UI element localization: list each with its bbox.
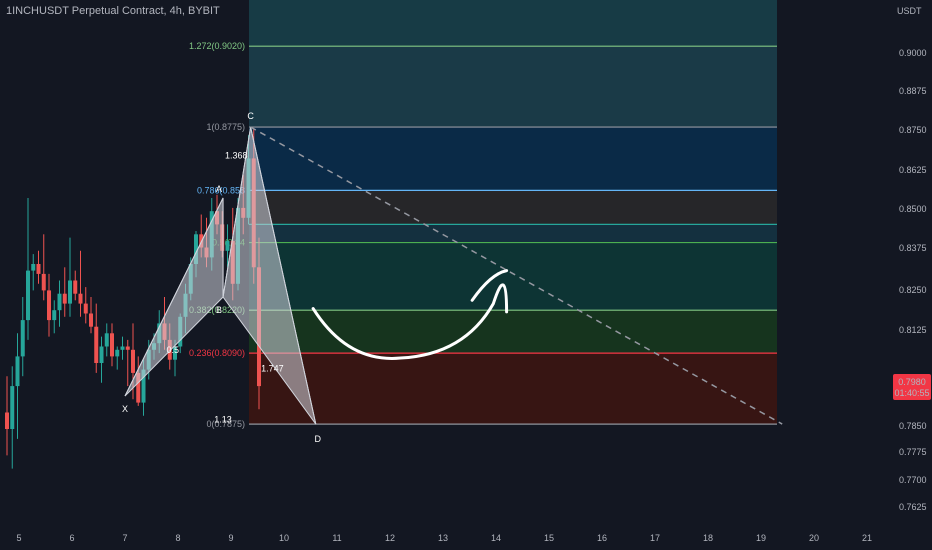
candle-body xyxy=(99,346,104,363)
price-tick: 0.7850 xyxy=(899,421,927,431)
pattern-ratio-label: 0.5 xyxy=(166,345,179,355)
fib-level-label: 0.236(0.8090) xyxy=(189,348,245,358)
time-tick: 7 xyxy=(122,533,127,543)
candle-body xyxy=(78,293,83,304)
candle-body xyxy=(131,349,135,373)
pattern-ratio-label: 1.747 xyxy=(261,363,284,373)
price-tick: 0.8625 xyxy=(899,165,927,175)
time-tick: 18 xyxy=(703,533,713,543)
chart: 1INCHUSDT Perpetual Contract, 4h, BYBIT … xyxy=(0,0,932,550)
candle-body xyxy=(125,346,130,350)
chart-canvas[interactable]: 1.272(0.9020)1(0.8775)0.786(0.8580.5(0.8… xyxy=(0,0,932,550)
time-tick: 19 xyxy=(756,533,766,543)
candle-body xyxy=(83,303,88,314)
pattern-ratio-label: 1.13 xyxy=(214,414,232,424)
pattern-ratio-label: 1.368 xyxy=(225,150,248,160)
time-tick: 15 xyxy=(544,533,554,543)
candle-body xyxy=(15,356,20,387)
candle-body xyxy=(68,280,72,304)
price-tick: 0.8875 xyxy=(899,86,927,96)
fib-band-top xyxy=(249,0,777,47)
symbol-title: 1INCHUSDT Perpetual Contract, 4h, BYBIT xyxy=(6,5,220,17)
fib-band xyxy=(249,310,777,354)
price-tick: 0.8250 xyxy=(899,285,927,295)
price-tick: 0.8375 xyxy=(899,243,927,253)
candle-body xyxy=(225,240,230,251)
fib-band xyxy=(249,242,777,311)
candle-body xyxy=(62,293,67,304)
pattern-point-x: X xyxy=(122,404,128,414)
candle-body xyxy=(10,386,15,429)
time-tick: 21 xyxy=(862,533,872,543)
candle-body xyxy=(41,273,46,291)
price-axis-currency: USDT xyxy=(897,6,922,16)
time-tick: 5 xyxy=(16,533,21,543)
fib-band xyxy=(249,46,777,128)
pattern-point-c: C xyxy=(247,111,254,121)
fib-band xyxy=(249,224,777,243)
time-tick: 13 xyxy=(438,533,448,543)
price-tick: 0.7700 xyxy=(899,475,927,485)
candle-body xyxy=(89,313,93,327)
time-tick: 8 xyxy=(175,533,180,543)
candle-body xyxy=(36,264,41,274)
time-tick: 14 xyxy=(491,533,501,543)
price-tick: 0.8500 xyxy=(899,204,927,214)
current-price-tag: 0.798001:40:55 xyxy=(893,374,931,400)
time-tick: 6 xyxy=(69,533,74,543)
candle-body xyxy=(52,310,57,321)
candle-body xyxy=(5,412,9,429)
price-tick: 0.8750 xyxy=(899,125,927,135)
candle-body xyxy=(57,293,62,311)
time-tick: 10 xyxy=(279,533,289,543)
candle-body xyxy=(20,320,25,357)
pattern-point-a: A xyxy=(216,184,222,194)
pattern-point-d: D xyxy=(315,434,322,444)
time-tick: 17 xyxy=(650,533,660,543)
current-price-value: 0.7980 xyxy=(898,377,926,387)
candle-body xyxy=(104,333,109,347)
price-axis[interactable]: USDT 0.9000 0.8875 0.8750 0.8625 0.8500 0.8375… xyxy=(890,0,932,550)
price-tick: 0.7775 xyxy=(899,447,927,457)
fib-level-label: 1(0.8775) xyxy=(206,122,245,132)
time-tick: 20 xyxy=(809,533,819,543)
price-axis-bg xyxy=(890,0,932,550)
time-tick: 12 xyxy=(385,533,395,543)
current-price-countdown: 01:40:55 xyxy=(894,388,929,398)
candle-body xyxy=(94,326,99,363)
candle-body xyxy=(115,349,120,357)
time-tick: 11 xyxy=(332,533,341,543)
candle-body xyxy=(73,280,78,294)
price-tick: 0.7625 xyxy=(899,502,927,512)
fib-level-label: 1.272(0.9020) xyxy=(189,41,245,51)
fib-band-zero xyxy=(249,353,777,425)
fib-band xyxy=(249,127,777,191)
price-tick: 0.8125 xyxy=(899,325,927,335)
pattern-point-b: B xyxy=(216,305,222,315)
candle-body xyxy=(120,346,125,350)
candle-body xyxy=(31,264,36,271)
fib-band xyxy=(249,190,777,225)
price-tick: 0.9000 xyxy=(899,48,927,58)
time-axis[interactable]: 5 6 7 8 9 10 11 12 13 14 15 16 17 18 19 20 21 xyxy=(16,533,872,543)
time-tick: 16 xyxy=(597,533,607,543)
candle-body xyxy=(26,270,30,321)
candle-body xyxy=(110,333,114,357)
candle-body xyxy=(47,290,51,321)
time-tick: 9 xyxy=(228,533,233,543)
